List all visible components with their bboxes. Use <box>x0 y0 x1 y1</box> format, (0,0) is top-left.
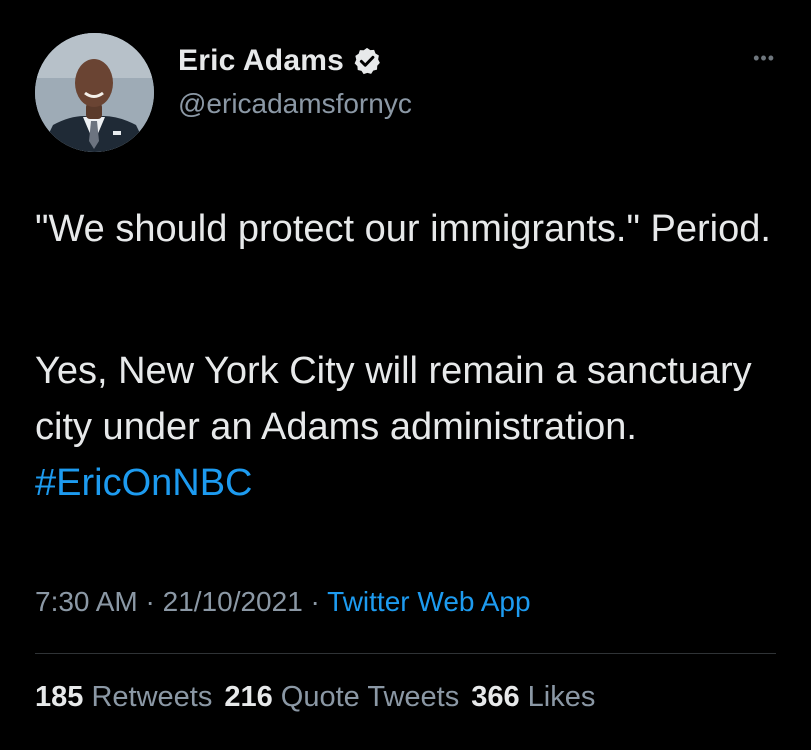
retweets-count: 185 <box>35 681 84 713</box>
quote-tweets-count: 216 <box>224 681 273 713</box>
tweet-card: Eric Adams @ericadamsfornyc ••• "We shou… <box>0 0 811 750</box>
tweet-source[interactable]: Twitter Web App <box>327 586 530 617</box>
more-horizontal-icon[interactable]: ••• <box>753 48 775 69</box>
author-name-row: Eric Adams <box>178 40 382 82</box>
retweets-label: Retweets <box>91 681 213 713</box>
hashtag-link[interactable]: #EricOnNBC <box>35 462 253 504</box>
quote-tweets-label: Quote Tweets <box>280 681 460 713</box>
divider <box>35 653 776 654</box>
author-name[interactable]: Eric Adams <box>178 44 344 78</box>
tweet-stats: 185 Retweets 216 Quote Tweets 366 Likes <box>35 681 607 714</box>
tweet-paragraph-2: Yes, New York City will remain a sanctua… <box>35 343 795 511</box>
meta-separator: · <box>145 586 155 617</box>
tweet-paragraph-1: "We should protect our immigrants." Peri… <box>35 208 771 250</box>
tweet-paragraph-2-text: Yes, New York City will remain a sanctua… <box>35 350 752 448</box>
author-handle[interactable]: @ericadamsfornyc <box>178 88 412 120</box>
tweet-meta: 7:30 AM · 21/10/2021 · Twitter Web App <box>35 586 531 618</box>
verified-badge-icon <box>354 47 380 75</box>
avatar[interactable] <box>35 33 154 152</box>
likes-label: Likes <box>527 681 596 713</box>
likes-stat[interactable]: 366 Likes <box>471 681 607 713</box>
retweets-stat[interactable]: 185 Retweets <box>35 681 224 713</box>
meta-separator: · <box>310 586 320 617</box>
likes-count: 366 <box>471 681 520 713</box>
quote-tweets-stat[interactable]: 216 Quote Tweets <box>224 681 471 713</box>
tweet-date[interactable]: 21/10/2021 <box>163 586 303 617</box>
tweet-time[interactable]: 7:30 AM <box>35 586 138 617</box>
